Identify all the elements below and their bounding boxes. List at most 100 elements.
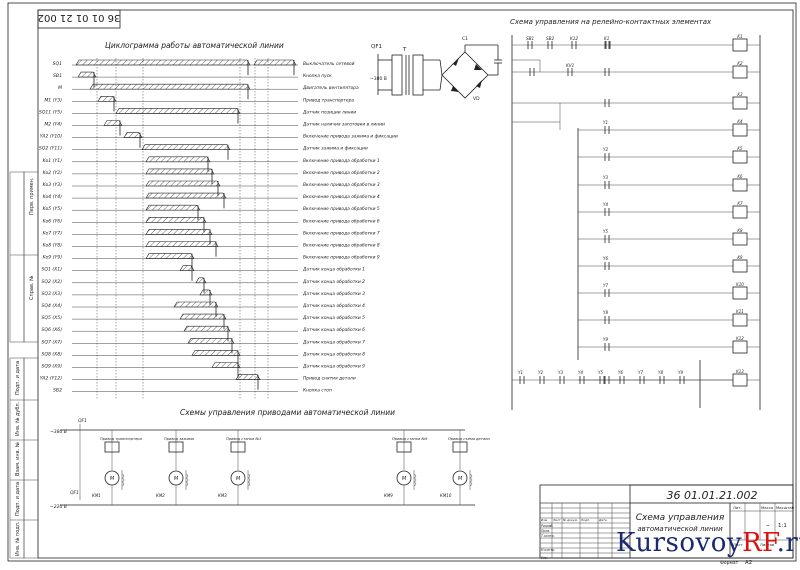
bottom-contact-label: Y7 <box>638 370 643 375</box>
side-label: Справ. № <box>29 275 35 300</box>
code-stamp: 36 01.01.21.002 <box>667 489 758 502</box>
bottom-contact-label: Y9 <box>678 370 683 375</box>
motor-label: М <box>110 476 115 482</box>
relay-coil <box>732 65 748 79</box>
relay-label: K11 <box>736 309 744 314</box>
cyclogram-row-code: SQ1 (X1) <box>41 267 62 273</box>
watermark-c: .ru <box>776 528 800 558</box>
cyclogram-bar <box>103 120 123 126</box>
cyclogram-row-code: Ko5 (Y5) <box>43 206 63 212</box>
side-label: Взам. инв. № <box>15 441 21 476</box>
cyclogram-bar <box>141 144 231 150</box>
qf1-label: QF1 <box>371 44 382 50</box>
watermark: KursovoyRF.ru <box>616 528 800 558</box>
drive-name: Привод транспортера <box>100 437 142 441</box>
cyclogram-row-code: SQ8 (X8) <box>41 351 62 357</box>
stamp-header: Подп. <box>581 518 590 522</box>
cyclogram-row-label: Датчик конца обработки 5 <box>302 315 365 321</box>
cyclogram-row-label: Включение привода обработки 5 <box>303 206 380 212</box>
cyclogram-row-code: Ko2 (Y2) <box>43 170 63 176</box>
format-value: A2 <box>745 560 752 566</box>
cyclogram-row-label: Включение привода зажима и фиксации <box>303 134 398 140</box>
cyclogram-bar <box>145 217 207 223</box>
contact-label: Y8 <box>603 310 608 315</box>
contact-label: K1 <box>604 36 610 41</box>
bottom-contact-label: Y8 <box>658 370 663 375</box>
cyclogram-bar <box>145 204 201 211</box>
relay-label: K8 <box>737 228 743 233</box>
cyclogram-row-code: Ko3 (Y3) <box>43 182 63 188</box>
cyclogram-row-label: Включение привода обработки 9 <box>303 255 380 261</box>
cyclogram-row-code: SQ7 (X7) <box>41 339 62 345</box>
stamp-header: № докум. <box>562 518 578 522</box>
cyclogram-row-label: Двигатель вентилятора <box>302 85 359 91</box>
cyclogram-bar <box>97 96 117 102</box>
contact-label: SB1 <box>526 36 535 41</box>
qf-label: QF1 <box>70 490 79 496</box>
cyclogram-row-label: Включение привода обработки 3 <box>303 182 380 188</box>
cyclogram-bar <box>145 168 215 175</box>
bottom-contact-label: Y6 <box>618 370 623 375</box>
bottom-contact-label: Y3 <box>558 370 563 375</box>
cyclogram-row-label: Включение привода обработки 1 <box>303 158 380 164</box>
cyclogram-row-label: Датчик конца обработки 3 <box>302 291 365 297</box>
coil-symbol <box>121 473 125 487</box>
contact-label: Y6 <box>603 256 608 261</box>
cyclogram-row-code: M1 (Y3) <box>44 97 62 103</box>
side-label: Перв. примен. <box>29 177 35 215</box>
relay-coil <box>732 340 748 354</box>
cyclogram-row-code: SQ4 (X4) <box>41 303 62 309</box>
cyclogram-row-code: SQ1 <box>53 61 63 67</box>
cyclogram-bar <box>115 108 241 114</box>
motor-label: М <box>458 476 463 482</box>
col-lit: Лит. <box>733 505 742 510</box>
vd-label: VD <box>473 96 480 102</box>
cyclogram-row-code: SQ3 (X3) <box>41 291 62 297</box>
watermark-b: RF <box>742 528 777 558</box>
stamp-role: Разраб. <box>541 524 554 528</box>
relay-label: K3 <box>737 92 743 97</box>
relay-ladder: K1 K2 K3 K4 Y1 K5 Y2 K6 Y3 K7 Y4 K8 Y5 K9 Y6 K10 Y7 K11 Y8… <box>511 34 761 410</box>
left-margin: Перв. примен. Справ. № Подп. и дата Инв.… <box>9 171 39 559</box>
relay-coil <box>732 373 748 387</box>
cyclogram-row-code: YA2 (Y12) <box>40 376 62 382</box>
cyclogram-bar <box>187 337 235 344</box>
col-mass: Масса <box>761 505 773 510</box>
contact-label: Y7 <box>603 283 608 288</box>
cyclogram-bar <box>123 132 143 138</box>
cyclogram-row-label: Датчик конца обработки 8 <box>302 351 365 357</box>
cyclogram-bar <box>145 241 219 247</box>
cyclogram-bar <box>145 156 211 163</box>
cyclogram-row-label: Датчик позиции линии <box>302 109 356 115</box>
bottom-contact-label: Y1 <box>518 370 523 375</box>
cyclogram-row-label: Датчик конца обработки 9 <box>302 364 365 370</box>
schematic-drawing: 36 01 01 21 002 Перв. примен. Справ. № П… <box>7 2 797 566</box>
relay-coil <box>732 205 748 219</box>
cyclogram-row-code: SQ2 (X2) <box>41 279 62 285</box>
cyclogram-row-label: Включение привода обработки 8 <box>303 243 380 249</box>
contact-label: K12 <box>570 36 578 41</box>
drive-name: Привод станка №9 <box>392 437 428 441</box>
relay-coil <box>732 178 748 192</box>
bottom-contact-label: Y2 <box>538 370 543 375</box>
relay-coil <box>732 150 748 164</box>
coil-symbol <box>247 473 251 487</box>
cyclogram-bar <box>211 362 241 368</box>
cyclogram-row-code: Ko6 (Y6) <box>43 218 63 224</box>
contact-label: Y9 <box>603 337 608 342</box>
code-top: 36 01 01 21 002 <box>38 12 121 23</box>
cyclogram-bar <box>145 180 221 187</box>
contact-label: КМ2 <box>156 493 165 498</box>
cyclogram-bar <box>195 277 207 284</box>
cyclogram-bar <box>235 374 261 380</box>
contact-label: Y5 <box>603 229 608 234</box>
cyclogram-bar <box>145 229 213 235</box>
side-label: Подп. и дата <box>15 361 21 395</box>
relay-label: K9 <box>737 255 743 260</box>
cyclogram-row-code: SQ2 (Y11) <box>39 146 62 152</box>
relay-label: K12 <box>736 336 744 341</box>
side-label: Инв. № подл. <box>15 521 21 556</box>
stamp-header: Дата <box>598 518 607 522</box>
cyclogram-row-label: Датчик конца обработки 4 <box>302 303 365 309</box>
contact-label: Y4 <box>603 202 608 207</box>
